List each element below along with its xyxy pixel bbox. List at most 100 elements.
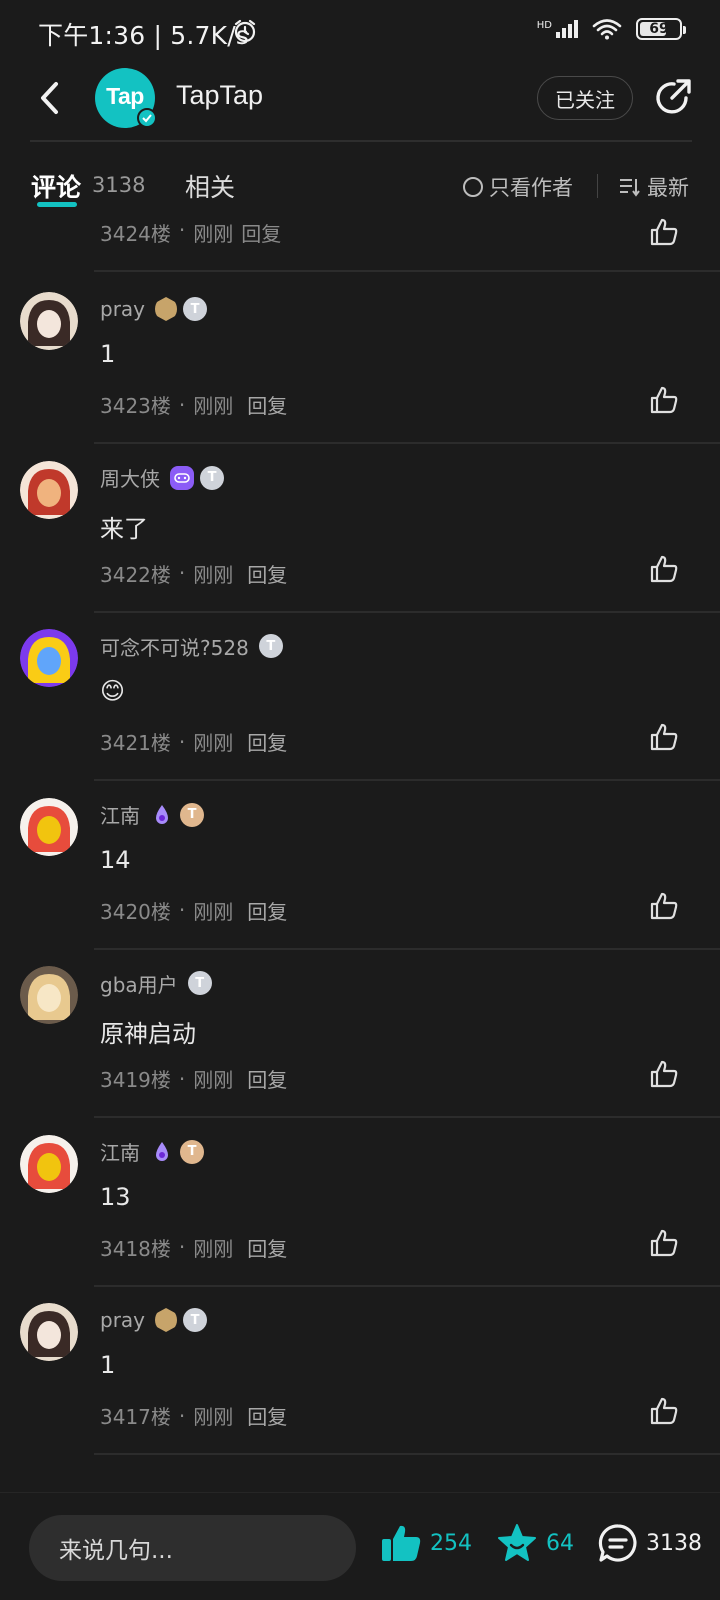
sort-button[interactable]: 最新: [619, 172, 689, 202]
avatar[interactable]: [20, 292, 78, 350]
comment-floor: 3418楼: [100, 1236, 171, 1261]
comment-meta: 3421楼 · 刚刚 回复: [100, 727, 287, 756]
comment-input[interactable]: 来说几句...: [29, 1515, 356, 1581]
comment-time: 刚刚: [193, 1068, 234, 1092]
comment-content: 13: [100, 1182, 131, 1211]
follow-button[interactable]: 已关注: [537, 76, 633, 120]
tab-comments-count: 3138: [92, 173, 146, 197]
reply-button[interactable]: 回复: [247, 896, 287, 925]
tab-comments[interactable]: 评论: [31, 168, 81, 204]
battery-level: 69: [649, 21, 669, 37]
share-icon[interactable]: [652, 76, 694, 118]
like-stat[interactable]: 254: [380, 1523, 472, 1563]
avatar[interactable]: [20, 460, 78, 519]
user-level-badge: T: [187, 971, 212, 995]
radio-icon: [463, 177, 483, 197]
like-icon[interactable]: [648, 1227, 680, 1259]
comment-item[interactable]: 可念不可说?528 T 😊 3421楼 · 刚刚 回复: [0, 609, 720, 781]
username[interactable]: 可念不可说?528: [100, 632, 249, 661]
avatar[interactable]: [20, 1134, 78, 1193]
comment-list[interactable]: 3424楼 · 刚刚 回复 pray T 1 3423楼 · 刚刚 回复 周大侠 T 来了 3422…: [0, 216, 720, 1492]
comment-time: 刚刚: [193, 394, 234, 418]
reply-button[interactable]: 回复: [241, 218, 281, 247]
star-face-icon: [498, 1524, 536, 1561]
comment-time: 刚刚: [193, 562, 234, 587]
app-name[interactable]: TapTap: [176, 80, 263, 111]
hexagon-badge-icon: [155, 297, 178, 321]
username[interactable]: 周大侠: [100, 463, 160, 492]
comment-floor: 3420楼: [100, 899, 171, 924]
avatar[interactable]: [20, 629, 78, 687]
comment-item[interactable]: 江南 T 13 3418楼 · 刚刚 回复: [0, 1115, 720, 1287]
user-level-badge: T: [183, 297, 208, 321]
signal-icon: HD: [537, 20, 578, 38]
flame-badge-icon: [150, 803, 174, 827]
verified-icon: [137, 108, 157, 128]
comment-bubble-icon: [598, 1524, 637, 1562]
like-icon[interactable]: [648, 216, 680, 248]
user-level-badge: T: [258, 634, 283, 658]
favorite-count: 64: [546, 1530, 574, 1556]
username[interactable]: 江南: [100, 1137, 140, 1166]
like-icon[interactable]: [648, 1395, 680, 1427]
comment-item-partial: 3424楼 · 刚刚 回复: [0, 216, 720, 272]
comment-item[interactable]: pray T 1 3423楼 · 刚刚 回复: [0, 272, 720, 444]
reply-button[interactable]: 回复: [247, 727, 287, 756]
favorite-stat[interactable]: 64: [496, 1523, 574, 1563]
comment-meta: 3419楼 · 刚刚 回复: [100, 1064, 287, 1093]
status-time-speed: 下午1:36 | 5.7K/s: [38, 21, 250, 50]
chevron-left-icon: [41, 82, 58, 114]
comment-content: 14: [100, 845, 131, 874]
user-level-badge: T: [180, 802, 204, 827]
name-row: pray T: [100, 1305, 208, 1335]
thumbs-up-icon: [382, 1525, 421, 1561]
app-logo[interactable]: Tap: [95, 68, 157, 128]
status-bar: 下午1:36 | 5.7K/s HD 69: [0, 0, 720, 64]
username[interactable]: pray: [100, 1308, 145, 1332]
comment-item[interactable]: gba用户 T 原神启动 3419楼 · 刚刚 回复: [0, 946, 720, 1118]
comment-time: 刚刚: [193, 222, 234, 246]
comment-item[interactable]: 周大侠 T 来了 3422楼 · 刚刚 回复: [0, 441, 720, 613]
like-icon[interactable]: [648, 384, 680, 416]
reply-button[interactable]: 回复: [247, 390, 287, 419]
comment-floor: 3419楼: [100, 1068, 171, 1092]
comment-tabs: 评论 3138 相关 只看作者 最新: [0, 160, 720, 216]
sort-label: 最新: [647, 176, 689, 200]
comment-stat[interactable]: 3138: [598, 1523, 702, 1563]
tabs-separator: [597, 174, 598, 198]
user-level-badge: T: [183, 1308, 208, 1332]
flame-badge-icon: [150, 1140, 174, 1164]
reply-button[interactable]: 回复: [247, 1233, 287, 1262]
comment-content: 😊: [100, 677, 126, 705]
back-button[interactable]: [30, 78, 70, 118]
comment-time: 刚刚: [193, 899, 234, 924]
username[interactable]: 江南: [100, 800, 140, 829]
reply-button[interactable]: 回复: [247, 1064, 287, 1093]
like-icon[interactable]: [648, 890, 680, 922]
comment-floor: 3422楼: [100, 562, 171, 587]
avatar[interactable]: [20, 1303, 78, 1361]
comment-time: 刚刚: [193, 1405, 234, 1429]
reply-button[interactable]: 回复: [247, 559, 287, 588]
comment-item[interactable]: 江南 T 14 3420楼 · 刚刚 回复: [0, 778, 720, 950]
comment-item[interactable]: pray T 1 3417楼 · 刚刚 回复: [0, 1283, 720, 1455]
username[interactable]: gba用户: [100, 969, 178, 998]
app-logo-text: Tap: [106, 82, 144, 109]
like-icon[interactable]: [648, 721, 680, 753]
username[interactable]: pray: [100, 297, 145, 321]
author-only-toggle[interactable]: 只看作者: [463, 172, 573, 202]
user-level-badge: T: [200, 465, 224, 490]
like-icon[interactable]: [648, 553, 680, 585]
avatar[interactable]: [20, 966, 78, 1024]
name-row: 可念不可说?528 T: [100, 631, 283, 661]
comment-divider: [94, 1453, 720, 1455]
tab-related[interactable]: 相关: [185, 168, 235, 204]
name-row: 周大侠 T: [100, 463, 224, 493]
comment-time: 刚刚: [193, 731, 234, 755]
comment-content: 1: [100, 1351, 116, 1379]
like-icon[interactable]: [648, 1058, 680, 1090]
avatar[interactable]: [20, 797, 78, 856]
bottom-bar: 来说几句... 254 64 3138: [0, 1492, 720, 1600]
reply-button[interactable]: 回复: [247, 1401, 287, 1430]
name-row: gba用户 T: [100, 968, 212, 998]
